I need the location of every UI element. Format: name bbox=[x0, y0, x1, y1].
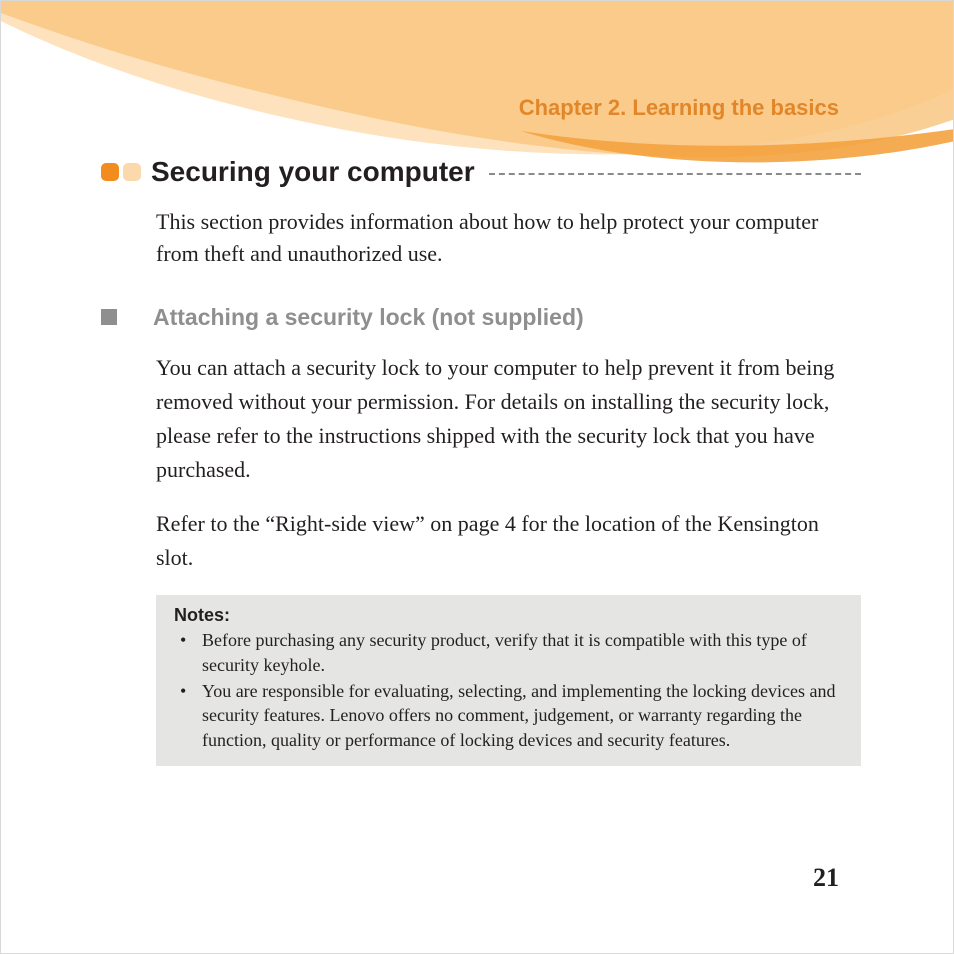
notes-list: Before purchasing any security product, … bbox=[174, 628, 847, 751]
notes-box: Notes: Before purchasing any security pr… bbox=[156, 595, 861, 765]
notes-item: You are responsible for evaluating, sele… bbox=[174, 679, 847, 752]
notes-title: Notes: bbox=[174, 605, 847, 626]
page-number: 21 bbox=[813, 863, 839, 893]
subsection-heading-row: Attaching a security lock (not supplied) bbox=[101, 304, 861, 331]
section-intro: This section provides information about … bbox=[156, 206, 861, 270]
subsection-title: Attaching a security lock (not supplied) bbox=[153, 304, 584, 331]
section-heading-row: Securing your computer bbox=[101, 156, 861, 188]
section-bullet-icon bbox=[101, 163, 141, 181]
page-content: Securing your computer This section prov… bbox=[101, 156, 861, 766]
chapter-header: Chapter 2. Learning the basics bbox=[519, 95, 839, 121]
section-rule-icon bbox=[489, 173, 861, 175]
body-paragraph: Refer to the “Right-side view” on page 4… bbox=[156, 507, 861, 575]
manual-page: Chapter 2. Learning the basics Securing … bbox=[0, 0, 954, 954]
section-title: Securing your computer bbox=[151, 156, 475, 188]
subsection-bullet-icon bbox=[101, 309, 117, 325]
notes-item: Before purchasing any security product, … bbox=[174, 628, 847, 677]
body-paragraph: You can attach a security lock to your c… bbox=[156, 351, 861, 487]
